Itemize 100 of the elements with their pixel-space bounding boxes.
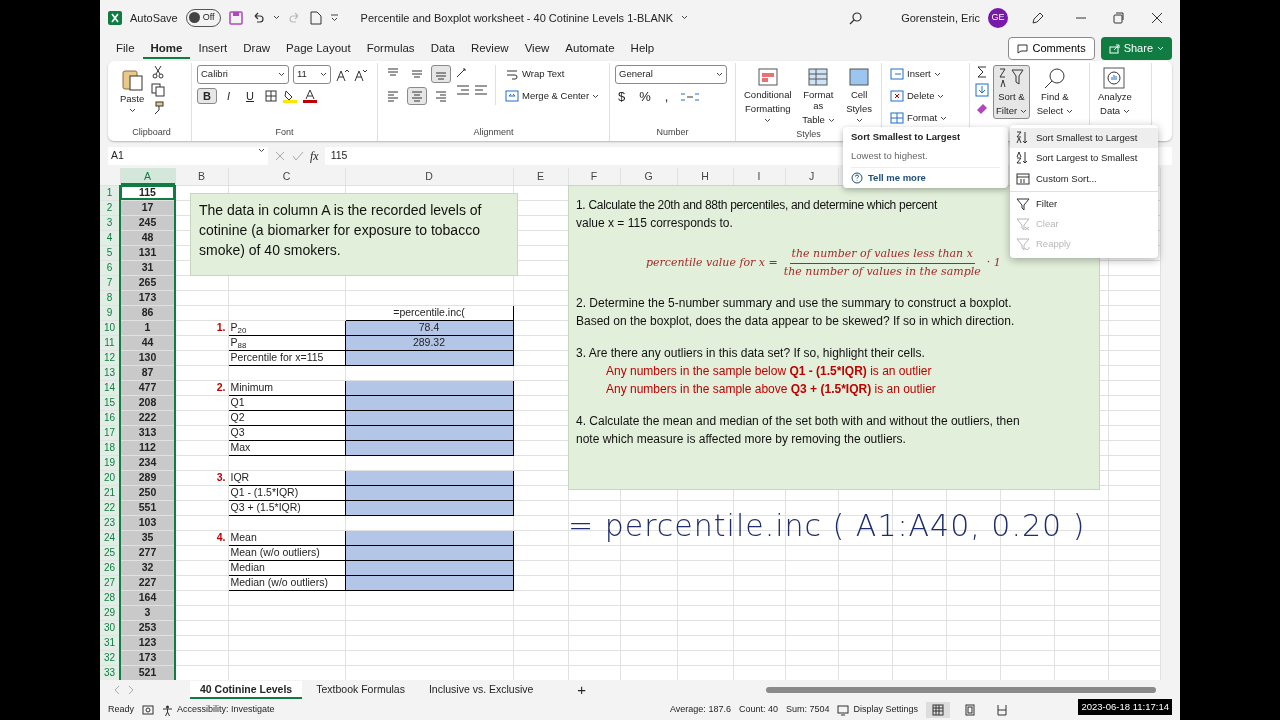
share-button[interactable]: Share [1100,37,1172,60]
menu-item[interactable]: Custom Sort... [1010,168,1158,189]
number-format-button[interactable]: , [661,87,672,107]
caret-icon[interactable] [320,72,327,77]
number-format-button[interactable]: $ [615,87,629,107]
caret-icon[interactable] [855,118,863,124]
wrap-text-button[interactable]: Wrap Text [502,65,603,84]
menu-tab[interactable]: Automate [557,37,623,60]
instruction-text: 4. Calculate the mean and median of the set both with and without the outliers, then [576,413,1020,431]
number-format-field[interactable]: General [615,65,727,84]
find-select-button[interactable]: Find & Select [1033,65,1076,120]
conditional-styles-button[interactable]: Conditional Formatting [741,65,795,129]
column-header[interactable]: A [120,168,175,186]
align-center-button[interactable] [407,87,427,106]
column-header[interactable]: G [620,168,677,186]
comments-button[interactable]: Comments [1008,37,1095,60]
merge-center-button[interactable]: Merge & Center [502,87,603,106]
analyze-data-button[interactable]: Analyze Data [1095,65,1135,120]
user-avatar[interactable]: GE [988,7,1008,28]
column-header[interactable]: F [568,168,620,186]
underline-button[interactable]: U [240,87,260,105]
bold-button[interactable]: B [197,87,217,105]
column-header[interactable]: D [345,168,513,186]
horizontal-scrollbar[interactable] [766,687,1156,694]
save-icon[interactable] [228,10,243,25]
copy-icon[interactable] [151,83,166,98]
caret-icon[interactable] [1065,109,1073,115]
menu-item[interactable]: Sort Largest to Smallest [1010,148,1158,169]
display-settings-button[interactable]: Display Settings [837,703,918,717]
autosum-icon[interactable] [975,65,989,80]
sheet-tab[interactable]: 40 Cotinine Levels [190,681,303,700]
paste-button[interactable]: Paste [117,65,148,116]
italic-button[interactable]: I [220,87,236,105]
caret-icon[interactable] [1122,109,1130,115]
caret-icon[interactable] [278,72,285,77]
increase-font-icon[interactable] [335,67,349,82]
cut-icon[interactable] [151,65,166,80]
search-icon[interactable] [849,10,864,25]
caret-icon[interactable] [940,115,948,121]
menu-tab[interactable]: Review [462,37,517,60]
document-icon[interactable] [309,10,322,25]
insert-function-button[interactable]: fx [310,147,319,166]
font-color-icon[interactable] [301,88,318,103]
caret-icon[interactable] [258,148,265,154]
menu-item[interactable]: Sort Smallest to Largest [1010,128,1158,149]
menu-tab[interactable]: Draw [235,37,279,60]
add-sheet-button[interactable]: + [567,677,597,703]
column-header[interactable]: C [228,168,345,186]
macro-icon[interactable] [142,704,154,717]
column-header[interactable]: B [175,168,228,186]
accessibility-status[interactable]: Accessibility: Investigate [162,703,275,717]
caret-icon[interactable] [933,71,941,77]
menu-tab[interactable]: View [516,37,558,60]
menu-tab[interactable]: File [108,37,143,60]
column-header[interactable]: I [733,168,785,186]
delete-cells-button[interactable]: Delete [887,87,951,106]
caret-icon[interactable] [681,15,688,21]
caret-icon[interactable] [827,118,835,124]
insert-cells-button[interactable]: Insert [887,65,951,84]
pen-icon[interactable] [1030,10,1044,25]
sheet-tab[interactable]: Inclusive vs. Exclusive [418,681,544,700]
data-cell: 115 [120,185,175,201]
decrease-font-icon[interactable] [353,67,367,82]
number-format-button[interactable]: % [636,87,654,107]
menu-item[interactable]: Filter [1010,193,1158,214]
tell-me-more-link[interactable]: Tell me more [868,172,926,184]
menu-tab[interactable]: Formulas [358,37,423,60]
menu-tab[interactable]: Page Layout [278,37,359,60]
label-cell: P$_{88}$ [228,335,345,351]
customize-caret-icon[interactable] [329,13,339,23]
column-header[interactable]: H [677,168,733,186]
column-header[interactable]: E [513,168,568,186]
caret-icon[interactable] [1019,109,1027,115]
column-header[interactable]: J [785,168,838,186]
menu-tab[interactable]: Data [422,37,463,60]
caret-icon[interactable] [937,93,945,99]
font-size-field[interactable]: 11 [293,65,331,84]
menu-tab[interactable]: Help [622,37,663,60]
name-box[interactable]: A1 [108,147,268,166]
format-cells-button[interactable]: Format [887,109,951,128]
caret-icon[interactable] [764,118,772,124]
vertical-scrollbar[interactable] [1160,168,1180,681]
caret-icon[interactable] [716,72,723,77]
fill-down-icon[interactable] [975,83,989,98]
group-label: Number [656,127,689,138]
font-name-field[interactable]: Calibri [197,65,289,84]
eraser-icon[interactable] [975,101,989,116]
menu-tab[interactable]: Insert [190,37,236,60]
sort-filter-button[interactable]: Sort & Filter [993,65,1030,120]
menu-tab[interactable]: Home [142,37,191,60]
caret-icon[interactable] [272,15,280,21]
sheet-tab[interactable]: Textbook Formulas [306,681,415,700]
normal-view-button[interactable] [926,702,950,718]
caret-icon[interactable] [592,93,600,99]
formula-lhs: percentile value for x = [646,254,778,271]
borders-icon[interactable] [263,88,278,103]
cell-styles-button[interactable]: Cell Styles [842,65,876,129]
caret-icon[interactable] [128,108,136,114]
fill-color-icon[interactable] [281,88,298,103]
table-styles-button[interactable]: Format as Table [798,65,839,129]
